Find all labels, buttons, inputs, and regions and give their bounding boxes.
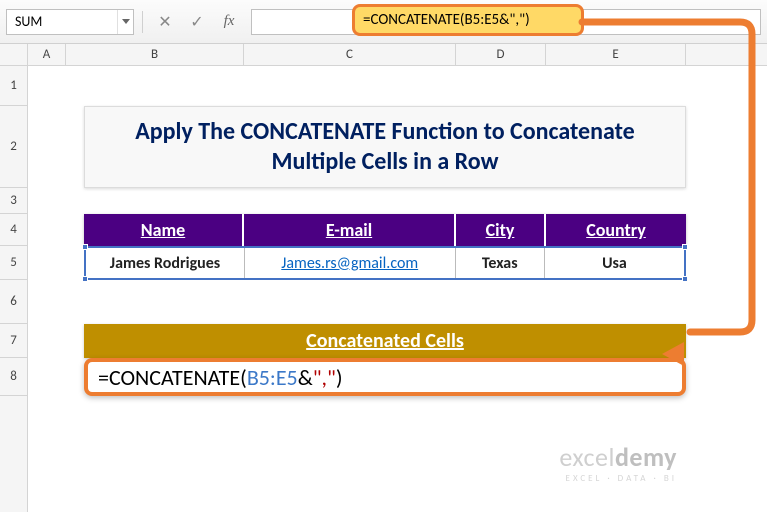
col-header-E[interactable]: E — [546, 44, 686, 65]
cells-area[interactable]: Apply The CONCATENATE Function to Concat… — [28, 66, 767, 512]
formula-str: "," — [313, 364, 336, 391]
column-headers: A B C D E — [0, 44, 767, 66]
header-country: Country — [546, 214, 686, 246]
row-headers: 1 2 3 4 5 6 7 8 — [0, 66, 28, 512]
insert-function-button[interactable]: fx — [215, 9, 243, 35]
row-header-2[interactable]: 2 — [0, 106, 27, 188]
name-box-dropdown[interactable] — [117, 10, 133, 34]
title-banner: Apply The CONCATENATE Function to Concat… — [84, 106, 686, 188]
check-icon: ✓ — [190, 12, 203, 32]
formula-amp: & — [298, 364, 313, 391]
enter-button[interactable]: ✓ — [183, 9, 211, 35]
cancel-button[interactable]: ✕ — [151, 9, 179, 35]
formula-bar-text: =CONCATENATE(B5:E5&",") — [363, 11, 530, 29]
row-header-7[interactable]: 7 — [0, 324, 27, 358]
watermark-brand: exceldemy — [559, 441, 677, 473]
header-email: E-mail — [244, 214, 456, 246]
formula-ref: B5:E5 — [247, 364, 298, 391]
row-header-3[interactable]: 3 — [0, 188, 27, 214]
row-header-5[interactable]: 5 — [0, 246, 27, 280]
cell-name[interactable]: James Rodrigues — [86, 248, 245, 278]
col-header-C[interactable]: C — [244, 44, 456, 65]
cell-country[interactable]: Usa — [545, 248, 684, 278]
row-header-6[interactable]: 6 — [0, 280, 27, 324]
formula-prefix: =CONCATENATE( — [98, 364, 247, 391]
name-box-wrap — [6, 9, 134, 35]
col-header-D[interactable]: D — [456, 44, 546, 65]
active-editing-cell[interactable]: =CONCATENATE(B5:E5&",") — [84, 358, 686, 396]
row-header-1[interactable]: 1 — [0, 66, 27, 106]
row-header-8[interactable]: 8 — [0, 358, 27, 396]
cell-email[interactable]: James.rs@gmail.com — [245, 248, 456, 278]
col-header-B[interactable]: B — [66, 44, 244, 65]
formula-suffix: ) — [336, 364, 343, 391]
watermark-tagline: EXCEL · DATA · BI — [559, 473, 677, 484]
watermark: exceldemy EXCEL · DATA · BI — [559, 441, 677, 484]
row-header-4[interactable]: 4 — [0, 214, 27, 246]
spreadsheet-grid: A B C D E 1 2 3 4 5 6 7 8 Apply The CONC… — [0, 44, 767, 512]
select-all-corner[interactable] — [0, 44, 28, 65]
callout-arrow-icon — [662, 342, 684, 366]
fx-icon: fx — [224, 13, 235, 30]
page-title: Apply The CONCATENATE Function to Concat… — [105, 117, 665, 177]
header-name: Name — [84, 214, 244, 246]
formula-bar-highlight: =CONCATENATE(B5:E5&",") — [352, 4, 584, 36]
selected-range-b5e5[interactable]: James Rodrigues James.rs@gmail.com Texas… — [84, 246, 686, 280]
header-city: City — [456, 214, 546, 246]
table-header-row: Name E-mail City Country — [84, 214, 686, 246]
cell-city[interactable]: Texas — [456, 248, 545, 278]
close-icon: ✕ — [158, 12, 171, 32]
concatenated-header: Concatenated Cells — [84, 324, 686, 358]
separator — [142, 11, 143, 33]
email-link[interactable]: James.rs@gmail.com — [281, 254, 418, 273]
chevron-down-icon — [122, 19, 130, 24]
name-box[interactable] — [7, 10, 117, 34]
col-header-A[interactable]: A — [28, 44, 66, 65]
